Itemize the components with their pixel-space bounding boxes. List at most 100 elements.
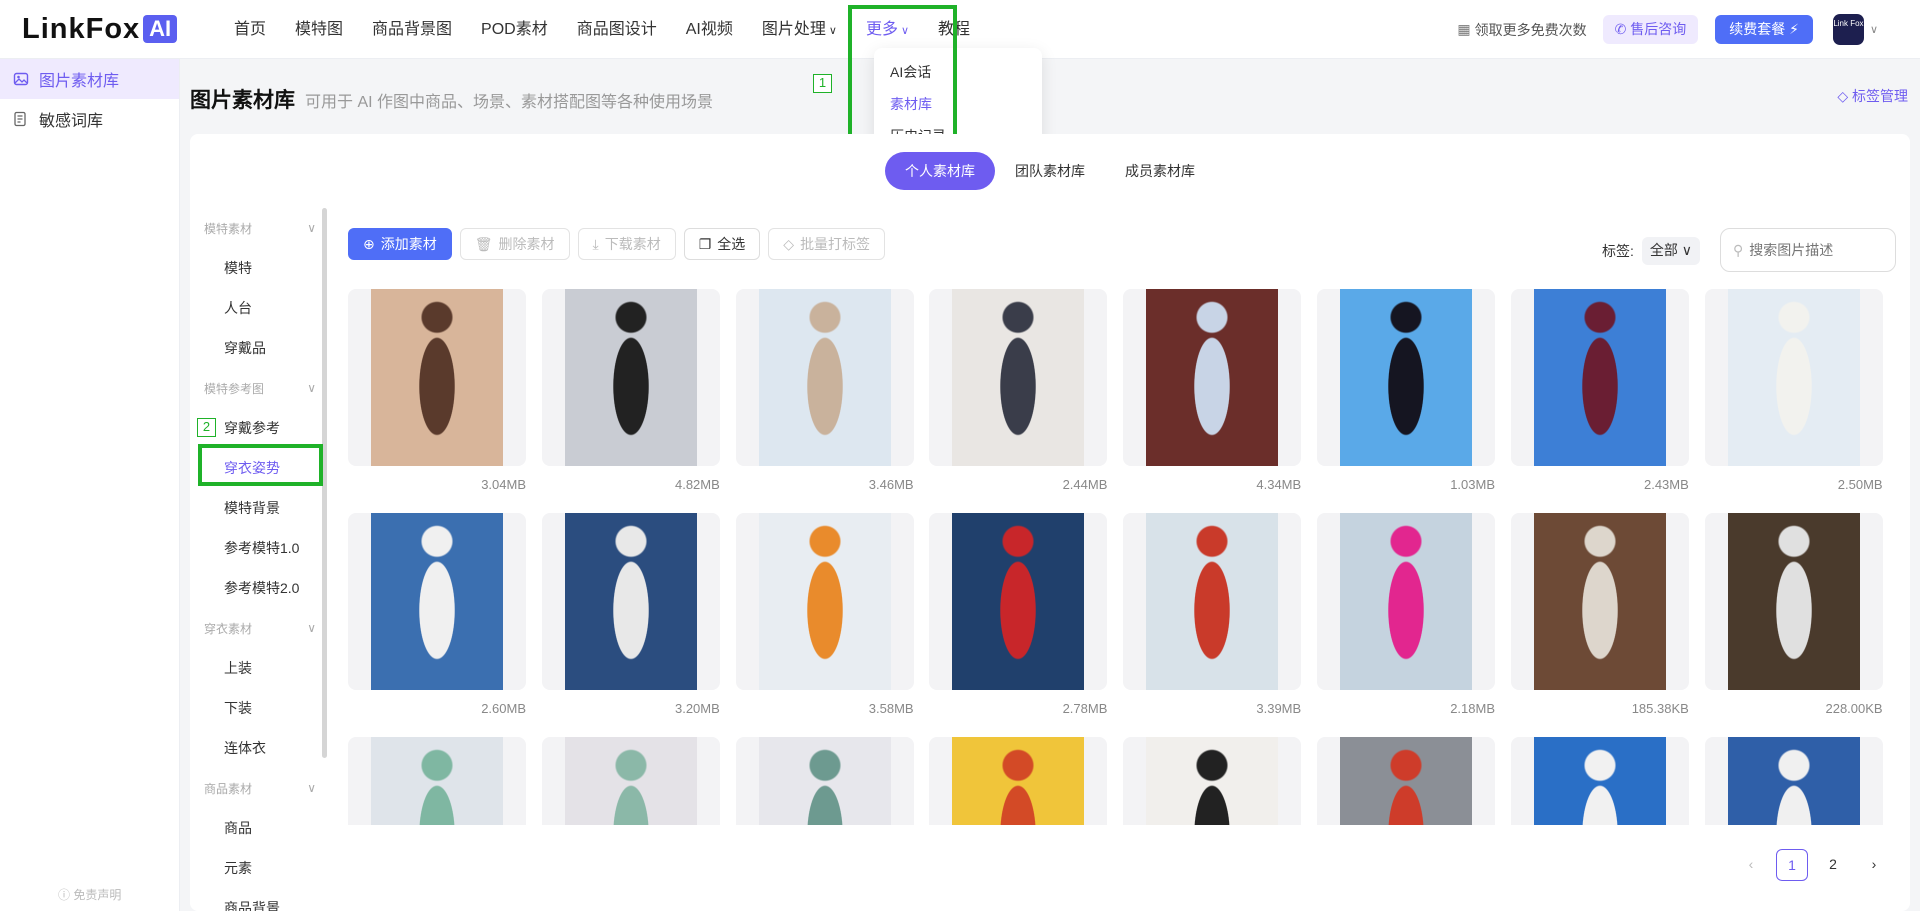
page-1-button[interactable]: 1 — [1776, 849, 1808, 881]
image-card[interactable] — [1510, 737, 1689, 825]
image-thumbnail[interactable] — [1510, 737, 1689, 825]
image-card[interactable] — [348, 737, 526, 825]
category-group-header[interactable]: 商品素材 ∨ — [202, 768, 332, 808]
category-item[interactable]: 商品 — [202, 808, 332, 848]
category-item[interactable]: 模特 — [202, 248, 332, 288]
dropdown-material-library[interactable]: 素材库 — [874, 88, 1042, 120]
image-thumbnail[interactable] — [1317, 737, 1495, 825]
image-thumbnail[interactable] — [735, 513, 914, 690]
support-button[interactable]: ✆ 售后咨询 — [1602, 15, 1699, 44]
image-thumbnail[interactable] — [348, 513, 526, 690]
chevron-down-icon[interactable]: ∨ — [1870, 23, 1878, 36]
image-thumbnail[interactable] — [1704, 289, 1883, 466]
category-item[interactable]: 穿戴品 — [202, 328, 332, 368]
category-scrollbar[interactable] — [322, 208, 327, 758]
nav-product-background[interactable]: 商品背景图 — [372, 0, 452, 59]
image-card[interactable]: 3.20MB — [541, 513, 720, 716]
image-card[interactable]: 2.43MB — [1510, 289, 1689, 492]
image-thumbnail[interactable] — [1123, 737, 1302, 825]
category-item[interactable]: 人台 — [202, 288, 332, 328]
free-credits-link[interactable]: ▦ 领取更多免费次数 — [1457, 20, 1586, 40]
sidebar-item-sensitive-words[interactable]: 敏感词库 — [0, 99, 179, 139]
nav-product-design[interactable]: 商品图设计 — [577, 0, 657, 59]
image-thumbnail[interactable] — [541, 737, 720, 825]
image-thumbnail[interactable] — [1704, 737, 1883, 825]
search-input[interactable] — [1749, 242, 1880, 258]
image-thumbnail[interactable] — [929, 737, 1108, 825]
image-card[interactable]: 2.44MB — [929, 289, 1108, 492]
image-card[interactable]: 3.58MB — [735, 513, 914, 716]
image-thumbnail[interactable] — [929, 513, 1108, 690]
disclaimer-link[interactable]: ⓘ 免责声明 — [58, 886, 121, 903]
tab-member-library[interactable]: 成员素材库 — [1105, 152, 1215, 190]
image-card[interactable] — [735, 737, 914, 825]
image-thumbnail[interactable] — [1510, 513, 1689, 690]
dropdown-ai-chat[interactable]: AI会话 — [874, 56, 1042, 88]
image-thumbnail[interactable] — [1123, 289, 1302, 466]
delete-material-button[interactable]: 🗑 删除素材 — [459, 228, 570, 260]
avatar[interactable]: Link Fox — [1832, 14, 1864, 45]
category-item[interactable]: 元素 — [202, 848, 332, 888]
nav-home[interactable]: 首页 — [234, 0, 266, 59]
image-thumbnail[interactable] — [348, 289, 526, 466]
category-group-header[interactable]: 模特参考图 ∨ — [202, 368, 332, 408]
tag-management-link[interactable]: ◇ 标签管理 — [1837, 86, 1908, 106]
image-thumbnail[interactable] — [1123, 513, 1302, 690]
nav-ai-video[interactable]: AI视频 — [686, 0, 733, 59]
image-thumbnail[interactable] — [541, 289, 720, 466]
nav-pod-material[interactable]: POD素材 — [481, 0, 548, 59]
category-item[interactable]: 参考模特2.0 — [202, 568, 332, 608]
image-thumbnail[interactable] — [1510, 289, 1689, 466]
nav-image-processing[interactable]: 图片处理 ∨ — [762, 0, 837, 59]
image-thumbnail[interactable] — [735, 737, 914, 825]
category-item[interactable]: 下装 — [202, 688, 332, 728]
image-card[interactable]: 1.03MB — [1317, 289, 1495, 492]
select-all-button[interactable]: ❐ 全选 — [683, 228, 761, 260]
image-card[interactable]: 3.39MB — [1123, 513, 1302, 716]
image-thumbnail[interactable] — [348, 737, 526, 825]
add-material-button[interactable]: ⊕ 添加素材 — [348, 228, 452, 260]
category-item[interactable]: 参考模特1.0 — [202, 528, 332, 568]
next-page-button[interactable]: › — [1858, 849, 1890, 881]
category-item[interactable]: 模特背景 — [202, 488, 332, 528]
image-card[interactable]: 3.46MB — [735, 289, 914, 492]
image-card[interactable]: 4.34MB — [1123, 289, 1302, 492]
tag-filter-select[interactable]: 全部 ∨ — [1641, 237, 1700, 265]
image-card[interactable] — [1123, 737, 1302, 825]
image-card[interactable]: 2.50MB — [1704, 289, 1883, 492]
image-card[interactable] — [1317, 737, 1495, 825]
image-card[interactable]: 228.00KB — [1704, 513, 1883, 716]
page-2-button[interactable]: 2 — [1817, 849, 1849, 881]
image-thumbnail[interactable] — [1704, 513, 1883, 690]
batch-tag-button[interactable]: ◇ 批量打标签 — [768, 228, 886, 260]
image-card[interactable] — [541, 737, 720, 825]
image-card[interactable]: 4.82MB — [541, 289, 720, 492]
image-card[interactable]: 2.78MB — [929, 513, 1108, 716]
image-card[interactable] — [1704, 737, 1883, 825]
sidebar-item-image-library[interactable]: 图片素材库 — [0, 59, 179, 99]
image-thumbnail[interactable] — [929, 289, 1108, 466]
image-card[interactable]: 2.60MB — [348, 513, 526, 716]
renew-button[interactable]: 续费套餐 ⚡ — [1715, 15, 1813, 44]
category-item[interactable]: 穿戴参考 — [202, 408, 332, 448]
image-thumbnail[interactable] — [1317, 289, 1495, 466]
nav-model-image[interactable]: 模特图 — [295, 0, 343, 59]
category-item[interactable]: 商品背景 — [202, 888, 332, 911]
tab-team-library[interactable]: 团队素材库 — [995, 152, 1105, 190]
category-item[interactable]: 连体衣 — [202, 728, 332, 768]
category-group-header[interactable]: 模特素材 ∨ — [202, 208, 332, 248]
logo[interactable]: LinkFox AI — [22, 13, 178, 45]
download-material-button[interactable]: ⤓ 下载素材 — [577, 228, 676, 260]
category-item[interactable]: 上装 — [202, 648, 332, 688]
image-thumbnail[interactable] — [735, 289, 914, 466]
tab-personal-library[interactable]: 个人素材库 — [885, 152, 995, 190]
category-group-header[interactable]: 穿衣素材 ∨ — [202, 608, 332, 648]
image-card[interactable] — [929, 737, 1108, 825]
image-card[interactable]: 3.04MB — [348, 289, 526, 492]
image-thumbnail[interactable] — [1317, 513, 1495, 690]
image-card[interactable]: 2.18MB — [1317, 513, 1495, 716]
image-card[interactable]: 185.38KB — [1510, 513, 1689, 716]
image-thumbnail[interactable] — [541, 513, 720, 690]
prev-page-button[interactable]: ‹ — [1735, 849, 1767, 881]
category-item[interactable]: 穿衣姿势 — [202, 448, 332, 488]
